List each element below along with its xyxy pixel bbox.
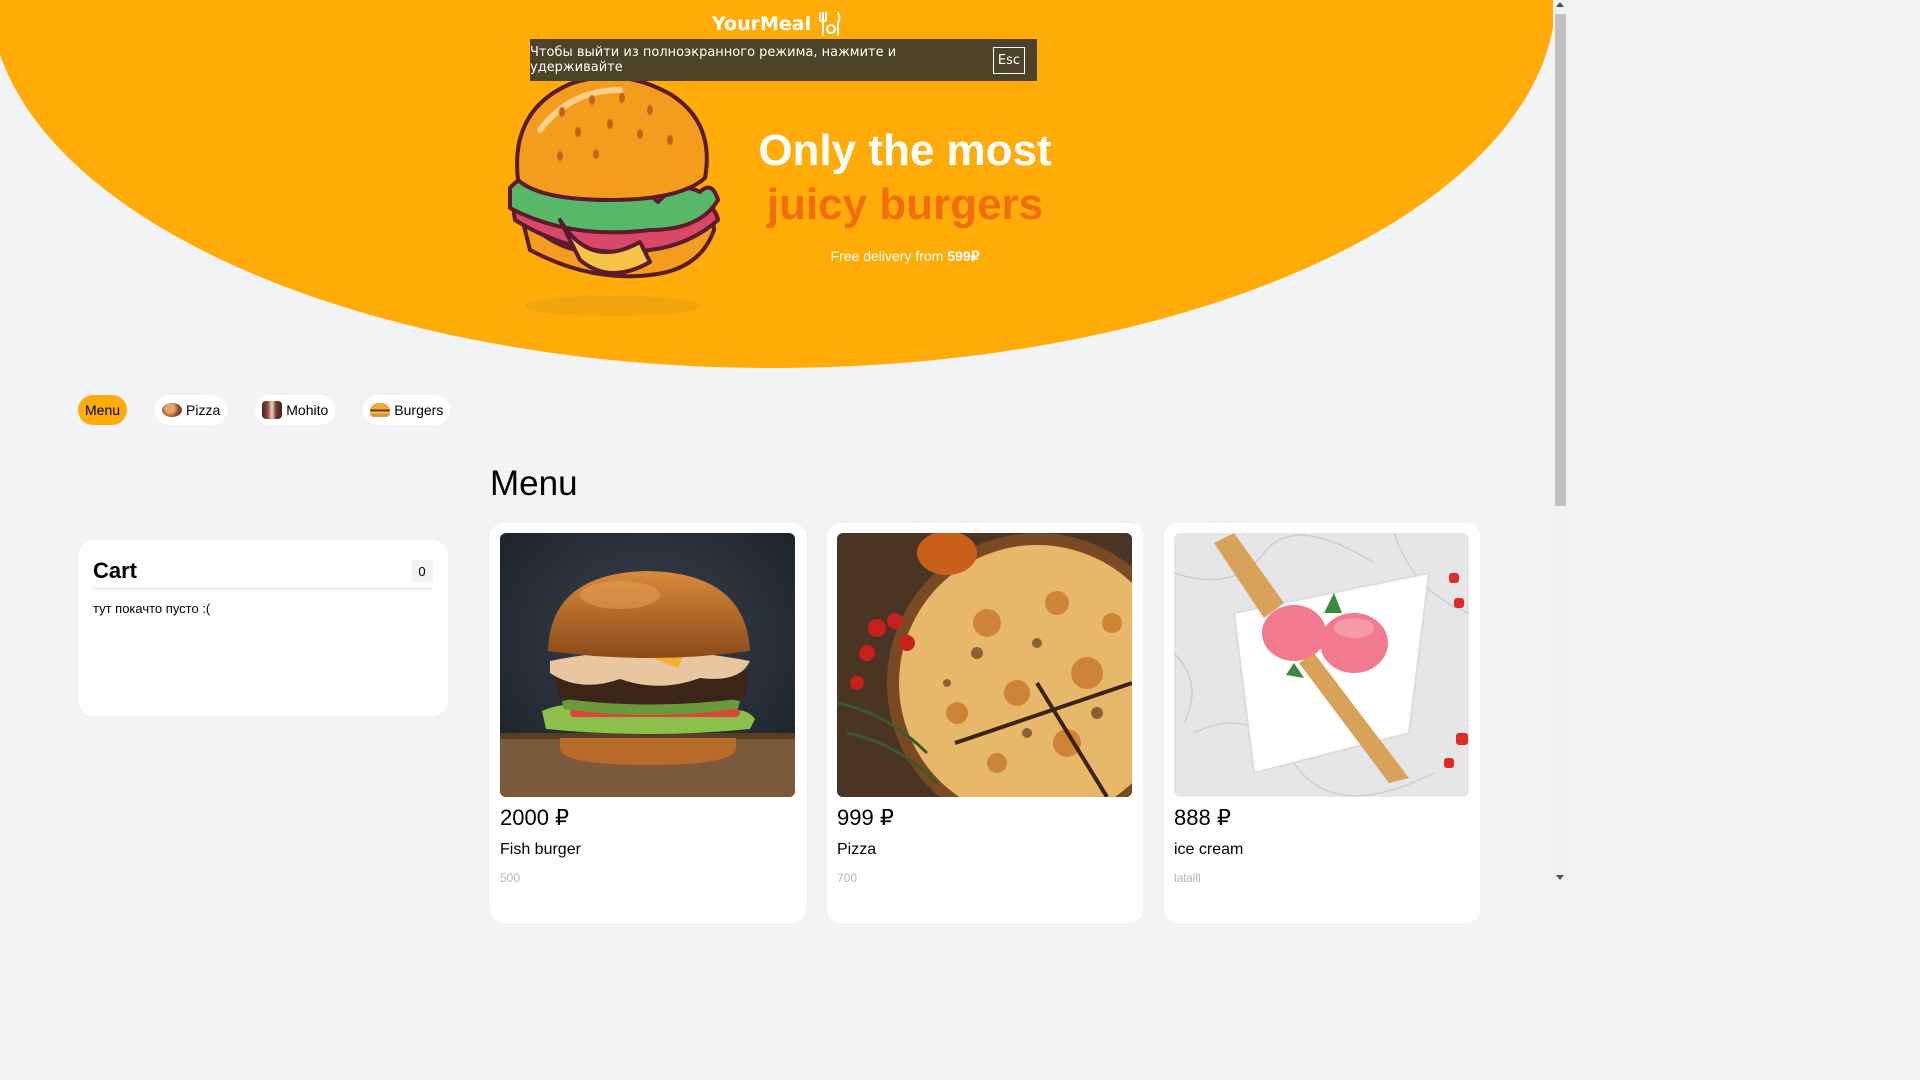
scroll-up-arrow-icon[interactable] [1556,2,1564,7]
vertical-scrollbar[interactable] [1553,0,1568,882]
hero-burger-illustration [500,70,730,325]
nav-item-mohito[interactable]: Mohito [255,395,336,425]
product-name: Fish burger [500,841,581,858]
product-image-pizza[interactable] [837,533,1132,797]
nav-item-label: Mohito [286,402,329,418]
nav-item-label: Menu [85,402,121,418]
cart-title: Cart [93,558,138,583]
hero-title: Only the most juicy burgers [740,124,1070,232]
product-image-ice-cream[interactable] [1174,533,1469,797]
product-card[interactable]: 2000 ₽ Fish burger 500 [490,523,806,923]
logo[interactable]: YourMeal [712,10,843,38]
cart-empty-text: тут покачто пусто :( [93,601,211,616]
product-image-burger[interactable] [500,533,795,797]
product-name: ice cream [1174,841,1244,858]
product-name: Pizza [837,841,877,858]
product-weight: lalalll [1174,871,1201,885]
nav-item-pizza[interactable]: Pizza [155,395,228,425]
product-weight: 700 [837,871,858,885]
logo-text: YourMeal [712,13,812,35]
cart-header: Cart 0 [93,558,433,589]
esc-key-badge: Esc [992,46,1025,74]
product-card[interactable]: 888 ₽ ice cream lalalll [1164,523,1480,923]
free-delivery-text: Free delivery from 599₽ [740,248,1070,265]
menu-section-title: Menu [490,464,578,503]
cart-count-badge: 0 [411,560,433,582]
hero-title-line1: Only the most [758,126,1052,175]
scrollbar-thumb[interactable] [1555,14,1566,506]
fork-knife-icon [819,12,841,36]
delivery-label: Free delivery from [830,248,948,264]
product-price: 999 ₽ [837,805,894,830]
product-card[interactable]: 999 ₽ Pizza 700 [827,523,1143,923]
category-nav: Menu Pizza Mohito Burgers [78,395,451,425]
mohito-icon [262,401,283,419]
nav-item-label: Pizza [186,402,221,418]
fullscreen-toast: Чтобы выйти из полноэкранного режима, на… [530,39,1037,81]
product-weight: 500 [500,871,521,885]
cart-panel: Cart 0 тут покачто пусто :( [78,540,448,716]
scroll-down-arrow-icon[interactable] [1556,875,1564,880]
nav-item-burgers[interactable]: Burgers [363,395,451,425]
nav-item-menu[interactable]: Menu [78,395,128,425]
product-price: 888 ₽ [1174,805,1231,830]
pizza-icon [162,403,183,417]
product-price: 2000 ₽ [500,805,570,830]
hero-title-line2: juicy burgers [766,180,1044,229]
burger-icon [370,403,391,417]
toast-message: Чтобы выйти из полноэкранного режима, на… [530,45,897,75]
delivery-price: 599₽ [947,248,980,264]
nav-item-label: Burgers [394,402,444,418]
